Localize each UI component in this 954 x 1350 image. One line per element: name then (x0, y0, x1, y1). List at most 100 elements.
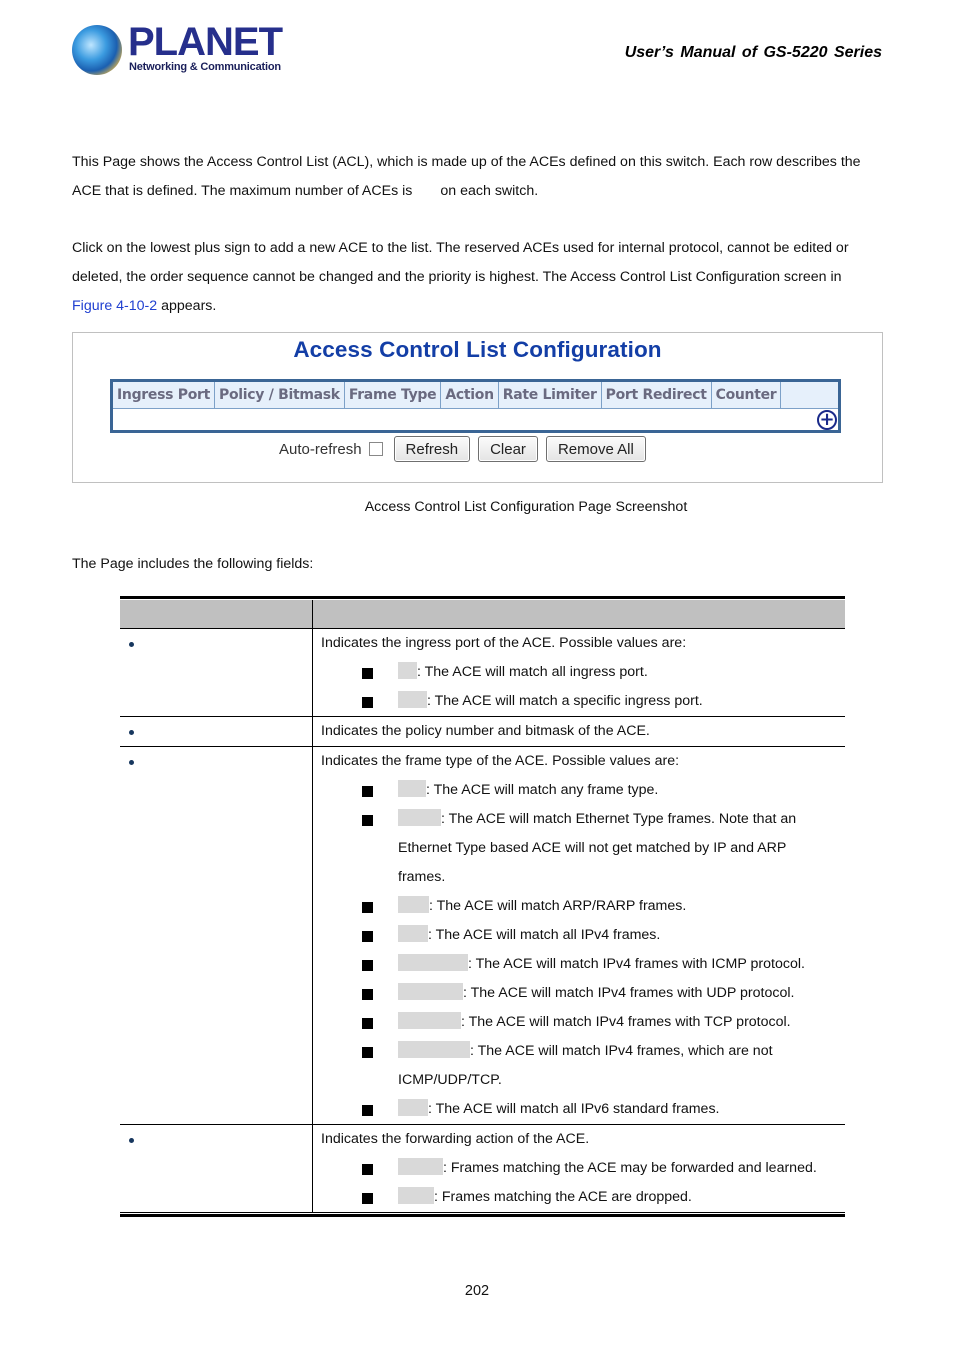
line-text: : Frames matching the ACE are dropped. (434, 1189, 692, 1205)
option-value-placeholder (398, 954, 468, 971)
intro-paragraph-2: Click on the lowest plus sign to add a n… (72, 234, 887, 321)
acl-column-header: Action (441, 382, 499, 408)
square-bullet-icon (362, 786, 373, 797)
page-number: 202 (464, 1283, 490, 1299)
option-value-placeholder (398, 809, 441, 826)
acl-config-title: Access Control List Configuration (293, 337, 662, 362)
refresh-button[interactable]: Refresh (393, 436, 471, 462)
option-line: : The ACE will match all ingress port. (321, 658, 845, 687)
table-bottom-rule (120, 1214, 845, 1217)
line-text: ICMP/UDP/TCP. (398, 1072, 502, 1088)
line-text: Ethernet Type based ACE will not get mat… (398, 840, 787, 856)
square-bullet-icon (362, 815, 373, 826)
intro-text: ACE that is defined. The maximum number … (72, 183, 413, 199)
description-line: Indicates the forwarding action of the A… (321, 1125, 845, 1154)
option-value-placeholder (398, 1012, 461, 1029)
line-text: : The ACE will match Ethernet Type frame… (441, 811, 797, 827)
acl-column-header: Rate Limiter (499, 382, 602, 408)
option-line: : The ACE will match IPv4 frames with UD… (321, 979, 845, 1008)
square-bullet-icon (362, 902, 373, 913)
line-text: : Frames matching the ACE may be forward… (443, 1160, 817, 1176)
field-row: Indicates the frame type of the ACE. Pos… (120, 747, 845, 1125)
square-bullet-icon (362, 1193, 373, 1204)
auto-refresh-checkbox[interactable] (368, 442, 383, 456)
description-line: Indicates the policy number and bitmask … (321, 717, 845, 746)
option-value-placeholder (398, 1099, 428, 1116)
option-line: : The ACE will match IPv4 frames with IC… (321, 950, 845, 979)
intro-line: This Page shows the Access Control List … (72, 154, 861, 170)
description-line: Ethernet Type based ACE will not get mat… (321, 834, 845, 863)
option-value-placeholder (398, 925, 428, 942)
field-name-cell (120, 629, 313, 716)
square-bullet-icon (362, 1018, 373, 1029)
field-row: Indicates the policy number and bitmask … (120, 717, 845, 747)
option-line: : The ACE will match a specific ingress … (321, 687, 845, 716)
square-bullet-icon (362, 989, 373, 1000)
logo-wordmark: PLANET (128, 20, 283, 64)
line-text: : The ACE will match all IPv6 standard f… (428, 1101, 720, 1117)
line-text: Indicates the frame type of the ACE. Pos… (321, 753, 680, 769)
option-value-placeholder (398, 1158, 443, 1175)
line-text: : The ACE will match IPv4 frames with TC… (461, 1014, 791, 1030)
option-value-placeholder (398, 1041, 470, 1058)
acl-column-header: Ingress Port (113, 382, 216, 408)
description-line: frames. (321, 863, 845, 892)
intro-line: Figure 4-10-2 appears. (72, 292, 887, 321)
description-line: Indicates the ingress port of the ACE. P… (321, 629, 845, 658)
square-bullet-icon (362, 668, 373, 679)
bullet-icon (129, 760, 134, 765)
acl-table-body: + (113, 409, 838, 430)
acl-controls: Auto-refresh Refresh Clear Remove All (279, 435, 654, 463)
intro-text: appears. (157, 298, 217, 314)
option-line: : The ACE will match IPv4 frames with TC… (321, 1008, 845, 1037)
line-text: frames. (398, 869, 446, 885)
option-value-placeholder (398, 896, 429, 913)
remove-all-button[interactable]: Remove All (545, 436, 646, 462)
option-line: : The ACE will match IPv4 frames, which … (321, 1037, 845, 1066)
field-name-cell (120, 1125, 313, 1212)
square-bullet-icon (362, 1105, 373, 1116)
intro-line: ACE that is defined. The maximum number … (72, 177, 887, 206)
acl-table: Ingress Port Policy / Bitmask Frame Type Ac… (110, 379, 841, 433)
fields-intro: The Page includes the following fields: (72, 556, 314, 572)
intro-paragraph-1: This Page shows the Access Control List … (72, 148, 887, 206)
description-line: ICMP/UDP/TCP. (321, 1066, 845, 1095)
acl-column-header: Frame Type (345, 382, 442, 408)
manual-title: User’s Manual of GS-5220 Series (624, 44, 882, 61)
bullet-icon (129, 642, 134, 647)
field-description-cell: Indicates the forwarding action of the A… (313, 1125, 845, 1212)
option-line: : The ACE will match ARP/RARP frames. (321, 892, 845, 921)
square-bullet-icon (362, 960, 373, 971)
option-value-placeholder (398, 983, 463, 1000)
square-bullet-icon (362, 931, 373, 942)
field-row: Indicates the forwarding action of the A… (120, 1125, 845, 1213)
square-bullet-icon (362, 1164, 373, 1175)
field-name-cell (120, 717, 313, 746)
line-text: : The ACE will match IPv4 frames, which … (470, 1043, 773, 1059)
acl-config-screenshot: Access Control List Configuration Ingres… (72, 332, 883, 483)
line-text: Indicates the policy number and bitmask … (321, 723, 650, 739)
option-line: : Frames matching the ACE may be forward… (321, 1154, 845, 1183)
option-value-placeholder (398, 1187, 434, 1204)
option-value-placeholder (398, 662, 417, 679)
intro-line: deleted, the order sequence cannot be ch… (72, 269, 842, 285)
figure-caption: Access Control List Configuration Page S… (364, 499, 688, 515)
bullet-icon (129, 1138, 134, 1143)
figure-link[interactable]: Figure 4-10-2 (72, 298, 157, 314)
acl-column-header: Port Redirect (602, 382, 712, 408)
fields-table: Indicates the ingress port of the ACE. P… (120, 596, 845, 1217)
option-value-placeholder (398, 780, 426, 797)
plus-circle-icon[interactable]: + (817, 410, 837, 430)
globe-icon (72, 25, 122, 75)
line-text: Indicates the forwarding action of the A… (321, 1131, 590, 1147)
planet-logo: PLANET Networking & Communication (72, 20, 283, 78)
acl-column-header: Policy / Bitmask (215, 382, 345, 408)
field-name-cell (120, 747, 313, 1124)
intro-text: on each switch. (440, 183, 539, 199)
clear-button[interactable]: Clear (478, 436, 538, 462)
option-line: : The ACE will match any frame type. (321, 776, 845, 805)
option-line: : The ACE will match all IPv6 standard f… (321, 1095, 845, 1124)
field-row: Indicates the ingress port of the ACE. P… (120, 629, 845, 717)
line-text: : The ACE will match IPv4 frames with IC… (468, 956, 805, 972)
intro-line: Click on the lowest plus sign to add a n… (72, 240, 849, 256)
